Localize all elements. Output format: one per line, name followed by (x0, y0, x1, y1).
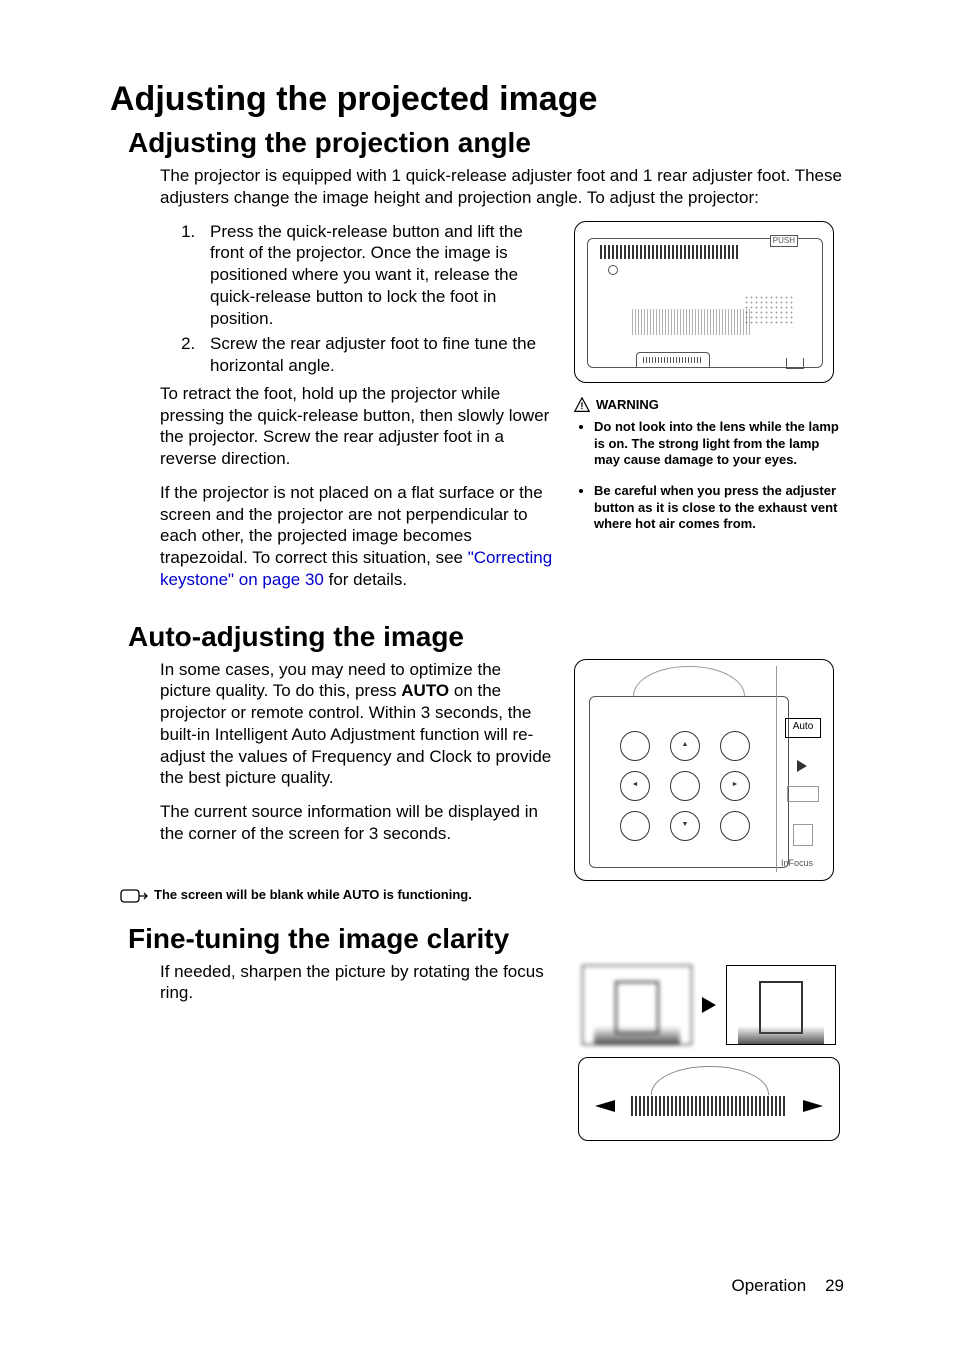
section-heading-focus: Fine-tuning the image clarity (128, 923, 844, 955)
auto-p2: The current source information will be d… (160, 801, 556, 845)
focus-ring-illustration (578, 1057, 840, 1141)
figure-projector-bottom: PUSH (574, 221, 834, 383)
trapezoid-text-b: for details. (324, 570, 407, 589)
trapezoid-text: If the projector is not placed on a flat… (160, 482, 556, 591)
play-icon (797, 760, 807, 772)
sharp-image-icon (726, 965, 836, 1045)
auto-p1: In some cases, you may need to optimize … (160, 659, 556, 790)
page-title: Adjusting the projected image (110, 80, 844, 119)
warning-label: WARNING (596, 397, 659, 414)
auto-bold: AUTO (401, 681, 449, 700)
remote-auto-button: Auto (785, 718, 821, 738)
warning-item-1: Do not look into the lens while the lamp… (594, 419, 844, 469)
step-1: Press the quick-release button and lift … (200, 221, 556, 330)
section-heading-auto: Auto-adjusting the image (128, 621, 844, 653)
step-2: Screw the rear adjuster foot to fine tun… (200, 333, 556, 377)
brand-text: InFocus (781, 858, 813, 870)
page-footer: Operation 29 (732, 1276, 845, 1296)
arrow-right-icon (702, 997, 716, 1013)
note-icon (120, 887, 148, 905)
arrow-left-icon (595, 1100, 615, 1112)
figure-control-panel: ▲ ◄► ▼ Auto InFocus (574, 659, 834, 881)
svg-text:!: ! (580, 401, 583, 412)
retract-text: To retract the foot, hold up the project… (160, 383, 556, 470)
section-heading-angle: Adjusting the projection angle (128, 127, 844, 159)
warning-item-2: Be careful when you press the adjuster b… (594, 483, 844, 533)
intro-text: The projector is equipped with 1 quick-r… (160, 165, 844, 209)
footer-section: Operation (732, 1276, 807, 1295)
auto-note: The screen will be blank while AUTO is f… (154, 887, 472, 904)
figure-focus (574, 965, 844, 1141)
arrow-right-icon (803, 1100, 823, 1112)
push-label: PUSH (770, 235, 798, 247)
blur-image-icon (582, 965, 692, 1045)
warning-icon: ! (574, 397, 590, 413)
focus-text: If needed, sharpen the picture by rotati… (160, 961, 556, 1005)
footer-page-number: 29 (825, 1276, 844, 1295)
